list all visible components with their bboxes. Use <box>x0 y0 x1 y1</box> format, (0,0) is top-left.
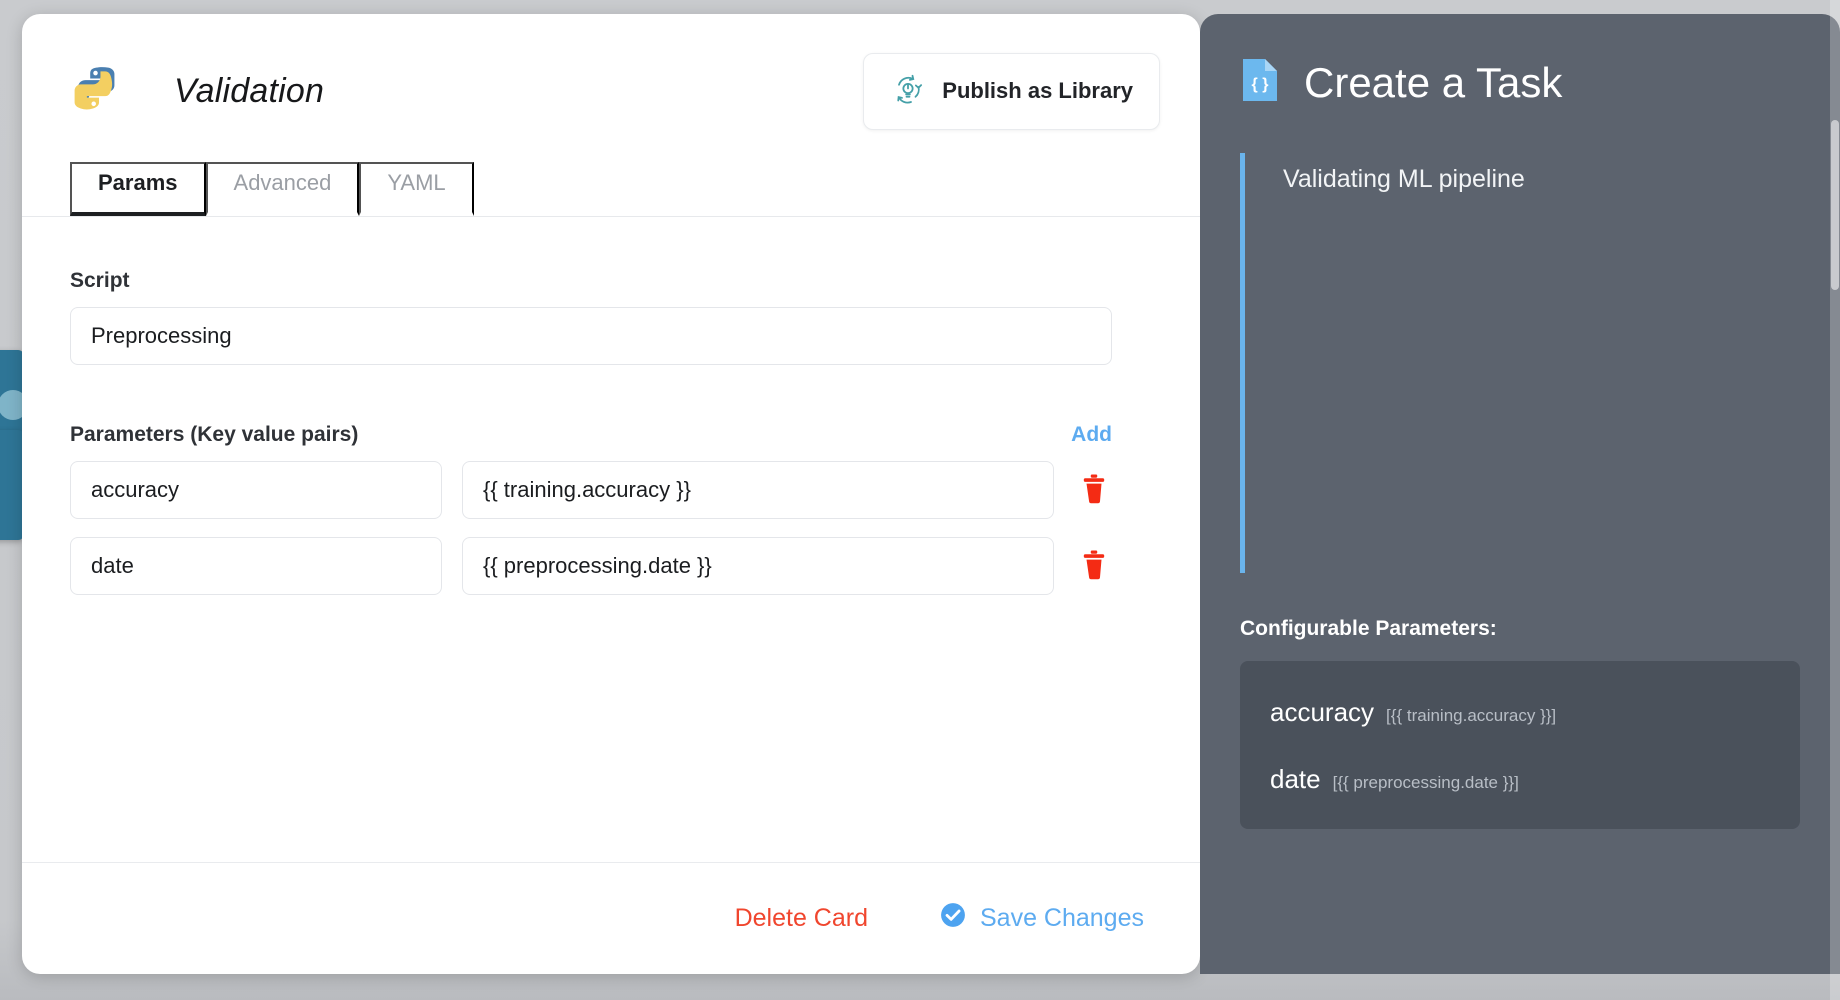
task-description-text: Validating ML pipeline <box>1283 165 1525 193</box>
create-task-panel: { } Create a Task Validating ML pipeline… <box>1200 14 1840 974</box>
card-body: Script Parameters (Key value pairs) Add <box>22 217 1200 595</box>
config-parameter-expression: [{{ preprocessing.date }}] <box>1332 773 1519 792</box>
config-parameter-expression: [{{ training.accuracy }}] <box>1386 706 1557 725</box>
parameter-key-input[interactable] <box>70 461 442 519</box>
config-parameter-key: date <box>1270 764 1321 794</box>
configurable-parameters-title: Configurable Parameters: <box>1240 617 1497 640</box>
parameter-key-input[interactable] <box>70 537 442 595</box>
publish-as-library-label: Publish as Library <box>942 78 1133 103</box>
parameters-label: Parameters (Key value pairs) <box>70 423 359 446</box>
save-changes-button[interactable]: Save Changes <box>940 902 1144 935</box>
task-card-panel: Validation Publish as Library Params Adv… <box>22 14 1200 974</box>
page-scrollbar[interactable] <box>1830 0 1840 1000</box>
json-document-icon: { } <box>1240 56 1280 109</box>
tab-advanced[interactable]: Advanced <box>205 162 360 216</box>
card-tabs: Params Advanced YAML <box>22 162 1200 217</box>
parameter-value-input[interactable] <box>462 537 1054 595</box>
check-circle-icon <box>940 902 966 935</box>
parameters-header: Parameters (Key value pairs) Add <box>70 423 1112 447</box>
parameter-row <box>70 461 1152 519</box>
app-root: Validation Publish as Library Params Adv… <box>0 0 1840 1000</box>
publish-as-library-button[interactable]: Publish as Library <box>863 52 1160 130</box>
save-changes-label: Save Changes <box>979 904 1144 932</box>
card-footer: Delete Card Save Changes <box>22 862 1200 974</box>
page-scrollbar-thumb[interactable] <box>1831 120 1839 290</box>
config-parameter-item: accuracy [{{ training.accuracy }}] <box>1270 687 1770 754</box>
panel-title: Create a Task <box>1304 58 1563 106</box>
delete-parameter-button[interactable] <box>1074 544 1114 588</box>
parameter-value-input[interactable] <box>462 461 1054 519</box>
script-label: Script <box>70 269 130 292</box>
configurable-parameters-box: accuracy [{{ training.accuracy }}] date … <box>1240 661 1800 829</box>
task-description-block: Validating ML pipeline <box>1240 153 1800 573</box>
parameter-row <box>70 537 1152 595</box>
config-parameter-key: accuracy <box>1270 697 1375 727</box>
tab-params[interactable]: Params <box>70 162 206 216</box>
svg-text:{ }: { } <box>1252 76 1269 93</box>
delete-card-button[interactable]: Delete Card <box>735 904 868 933</box>
add-parameter-button[interactable]: Add <box>1071 423 1112 447</box>
background-card-edge-2[interactable] <box>0 430 24 540</box>
card-header: Validation Publish as Library <box>22 14 1200 134</box>
python-logo-icon <box>70 63 126 119</box>
tab-yaml[interactable]: YAML <box>359 162 474 216</box>
trash-icon <box>1081 474 1107 507</box>
script-input[interactable] <box>70 307 1112 365</box>
trash-icon <box>1081 550 1107 583</box>
card-title: Validation <box>174 71 325 110</box>
panel-header: { } Create a Task <box>1240 56 1800 109</box>
config-parameter-item: date [{{ preprocessing.date }}] <box>1270 754 1770 803</box>
recycle-lightbulb-icon <box>890 72 926 111</box>
delete-parameter-button[interactable] <box>1074 468 1114 512</box>
